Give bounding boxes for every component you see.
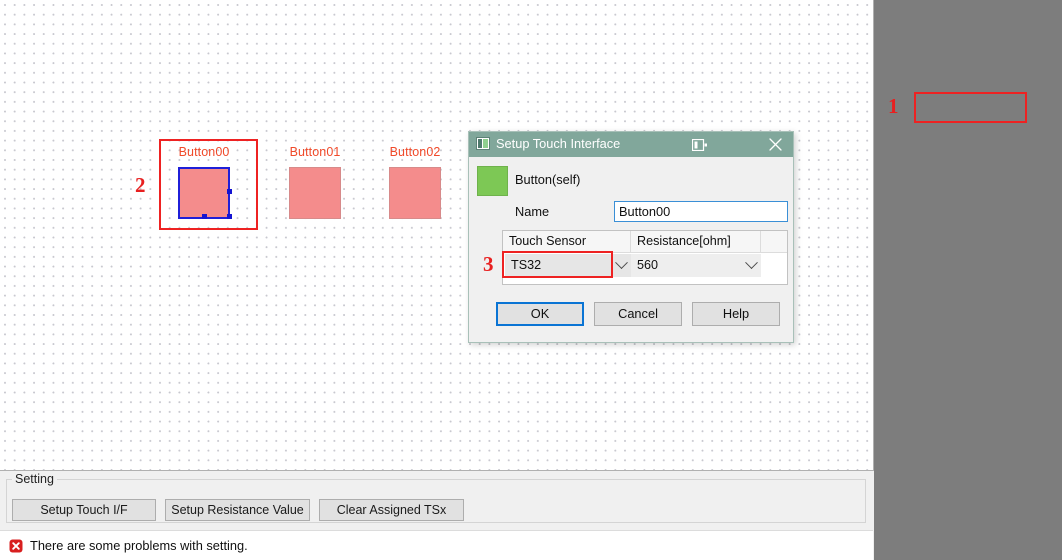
resistance-value: 560 xyxy=(637,258,658,272)
touch-sensor-combo[interactable]: TS32 xyxy=(505,254,631,277)
status-message: There are some problems with setting. xyxy=(30,538,248,553)
annotation-box-1 xyxy=(914,92,1027,123)
context-help-icon[interactable] xyxy=(692,138,707,150)
window-icon xyxy=(476,137,490,150)
table-header-resistance: Resistance[ohm] xyxy=(631,231,761,253)
canvas-button-shape[interactable] xyxy=(289,167,341,219)
canvas-button-label: Button00 xyxy=(178,145,230,159)
chevron-down-icon xyxy=(742,255,760,275)
resistance-combo[interactable]: 560 xyxy=(631,254,761,277)
setting-legend: Setting xyxy=(12,472,57,486)
resize-handle-corner[interactable] xyxy=(227,214,232,219)
dialog-title: Setup Touch Interface xyxy=(496,136,620,151)
setup-touch-interface-dialog[interactable]: Setup Touch Interface Button(self) Name … xyxy=(468,131,794,343)
chevron-down-icon xyxy=(612,255,630,275)
touch-sensor-table: Touch Sensor Resistance[ohm] TS32 560 xyxy=(502,230,788,285)
resize-handle-bottom[interactable] xyxy=(202,214,207,219)
resize-handle-right[interactable] xyxy=(227,189,232,194)
right-dock-area: Touch I/F Capacitance Type Self Capacita… xyxy=(874,0,1062,560)
dialog-titlebar[interactable]: Setup Touch Interface xyxy=(469,132,793,157)
annotation-number-3: 3 xyxy=(483,254,494,275)
canvas-button-shape[interactable] xyxy=(389,167,441,219)
ok-button[interactable]: OK xyxy=(496,302,584,326)
setup-touch-if-button[interactable]: Setup Touch I/F xyxy=(12,499,156,521)
canvas-button-label: Button01 xyxy=(289,145,341,159)
error-icon xyxy=(9,539,23,553)
interface-color-swatch xyxy=(477,166,508,196)
canvas-button-shape[interactable] xyxy=(178,167,230,219)
annotation-number-1: 1 xyxy=(888,96,899,117)
table-header-touch-sensor: Touch Sensor xyxy=(503,231,631,253)
close-icon[interactable] xyxy=(765,135,785,154)
help-button[interactable]: Help xyxy=(692,302,780,326)
setting-panel: Setting Setup Touch I/F Setup Resistance… xyxy=(0,471,873,529)
canvas-button-label: Button02 xyxy=(389,145,441,159)
status-bar: There are some problems with setting. xyxy=(0,530,873,560)
application-window: Button00 Button01 Button02 2 Setting Set… xyxy=(0,0,1062,560)
table-header-spacer xyxy=(761,231,787,253)
interface-type-label: Button(self) xyxy=(515,172,580,187)
clear-assigned-tsx-button[interactable]: Clear Assigned TSx xyxy=(319,499,464,521)
setup-resistance-value-button[interactable]: Setup Resistance Value xyxy=(165,499,310,521)
annotation-number-2: 2 xyxy=(135,175,146,196)
touch-sensor-value: TS32 xyxy=(511,258,541,272)
cancel-button[interactable]: Cancel xyxy=(594,302,682,326)
name-input[interactable]: Button00 xyxy=(614,201,788,222)
name-label: Name xyxy=(515,204,549,219)
